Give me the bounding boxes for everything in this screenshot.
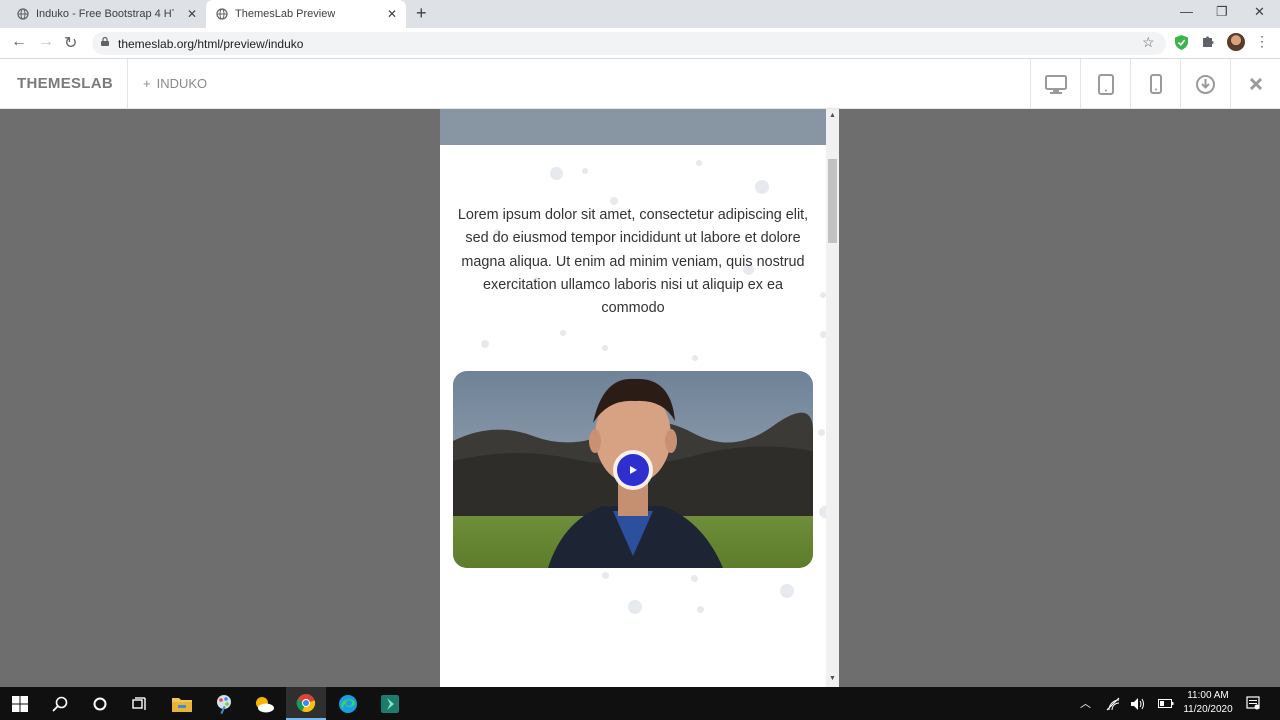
task-view-icon[interactable] [120, 687, 160, 720]
plus-icon[interactable]: + [416, 3, 427, 24]
product-name: INDUKO [156, 76, 208, 91]
puzzle-extension-icon[interactable] [1202, 35, 1215, 48]
themeslab-header: THEMESLAB + INDUKO [0, 59, 1280, 109]
chrome-icon[interactable] [286, 687, 326, 720]
themeslab-logo[interactable]: THEMESLAB [17, 75, 113, 92]
decorative-dot [602, 572, 609, 579]
notifications-icon[interactable] [1246, 696, 1260, 710]
browser-tab-strip: Induko - Free Bootstrap 4 HTML ✕ ThemesL… [0, 0, 1280, 28]
weather-icon[interactable] [244, 687, 284, 720]
decorative-dot [780, 584, 794, 598]
url-text: themeslab.org/html/preview/induko [118, 37, 304, 51]
decorative-dot [628, 600, 642, 614]
close-tab-icon[interactable]: ✕ [387, 7, 397, 21]
mobile-icon [1149, 74, 1162, 94]
close-icon[interactable]: ✕ [1254, 4, 1265, 20]
hero-section-bottom [440, 109, 826, 145]
desktop-icon [1044, 74, 1067, 94]
restore-icon[interactable]: ❐ [1216, 4, 1228, 20]
preview-scrollbar[interactable]: ▲ ▼ [826, 109, 839, 687]
clock-date: 11/20/2020 [1183, 704, 1233, 715]
scroll-down-icon[interactable]: ▼ [829, 675, 836, 682]
edge-icon[interactable] [328, 687, 368, 720]
product-menu[interactable]: + INDUKO [143, 76, 207, 91]
close-preview-button[interactable] [1230, 59, 1280, 109]
play-button[interactable] [613, 450, 653, 490]
intro-paragraph: Lorem ipsum dolor sit amet, consectetur … [457, 207, 809, 317]
address-bar[interactable]: themeslab.org/html/preview/induko ☆ [92, 32, 1166, 55]
template-preview-frame[interactable]: Lorem ipsum dolor sit amet, consectetur … [440, 109, 839, 687]
decorative-dot [602, 345, 608, 351]
minimize-icon[interactable]: — [1180, 4, 1193, 19]
tab-title: ThemesLab Preview [235, 8, 336, 20]
scrollbar-thumb[interactable] [828, 159, 837, 243]
globe-icon [216, 8, 228, 20]
forward-arrow-icon[interactable]: → [38, 33, 54, 51]
decorative-dot [481, 340, 489, 348]
decorative-dot [582, 168, 588, 174]
tablet-view-button[interactable] [1080, 59, 1130, 109]
bookmark-star-icon[interactable]: ☆ [1142, 34, 1155, 51]
close-tab-icon[interactable]: ✕ [187, 7, 197, 21]
header-divider [127, 59, 128, 109]
desktop-view-button[interactable] [1030, 59, 1080, 109]
decorative-dot [550, 167, 563, 180]
battery-icon[interactable] [1158, 698, 1174, 709]
system-clock[interactable]: 11:00 AM 11/20/2020 [1180, 689, 1236, 717]
play-icon [617, 454, 649, 486]
decorative-dot [692, 355, 698, 361]
shield-extension-icon[interactable] [1175, 35, 1188, 50]
browser-tab-themeslab-preview[interactable]: ThemesLab Preview ✕ [206, 0, 406, 28]
decorative-dot [696, 160, 702, 166]
lock-icon [101, 37, 109, 46]
cortana-icon[interactable] [80, 687, 120, 720]
tab-title: Induko - Free Bootstrap 4 HTML [36, 8, 174, 20]
network-icon[interactable] [1106, 697, 1120, 711]
reload-icon[interactable]: ↻ [64, 33, 77, 53]
decorative-dot [818, 429, 825, 436]
windows-start-icon[interactable] [0, 687, 40, 720]
download-button[interactable] [1180, 59, 1230, 109]
app-icon[interactable] [370, 687, 410, 720]
globe-icon [17, 8, 29, 20]
download-icon [1196, 74, 1215, 94]
mobile-view-button[interactable] [1130, 59, 1180, 109]
browser-tab-induko[interactable]: Induko - Free Bootstrap 4 HTML ✕ [0, 0, 206, 28]
tablet-icon [1097, 73, 1114, 95]
decorative-dot [691, 575, 698, 582]
browser-toolbar: ← → ↻ themeslab.org/html/preview/induko … [0, 28, 1280, 59]
back-arrow-icon[interactable]: ← [11, 33, 27, 51]
browser-menu-icon[interactable]: ⋮ [1255, 33, 1269, 50]
windows-taskbar: ︿ 11:00 AM 11/20/2020 [0, 687, 1280, 720]
paint-icon[interactable] [204, 687, 244, 720]
decorative-dot [560, 330, 566, 336]
profile-avatar[interactable] [1227, 33, 1245, 51]
volume-icon[interactable] [1130, 697, 1146, 711]
clock-time: 11:00 AM [1187, 690, 1229, 701]
scroll-up-icon[interactable]: ▲ [829, 112, 836, 119]
video-thumbnail[interactable] [453, 371, 813, 568]
search-icon[interactable] [40, 687, 80, 720]
file-explorer-icon[interactable] [162, 687, 202, 720]
close-icon [1249, 77, 1262, 91]
decorative-dot [755, 180, 769, 194]
tray-chevron-icon[interactable]: ︿ [1080, 695, 1091, 711]
decorative-dot [697, 606, 704, 613]
plus-icon: + [143, 76, 151, 91]
